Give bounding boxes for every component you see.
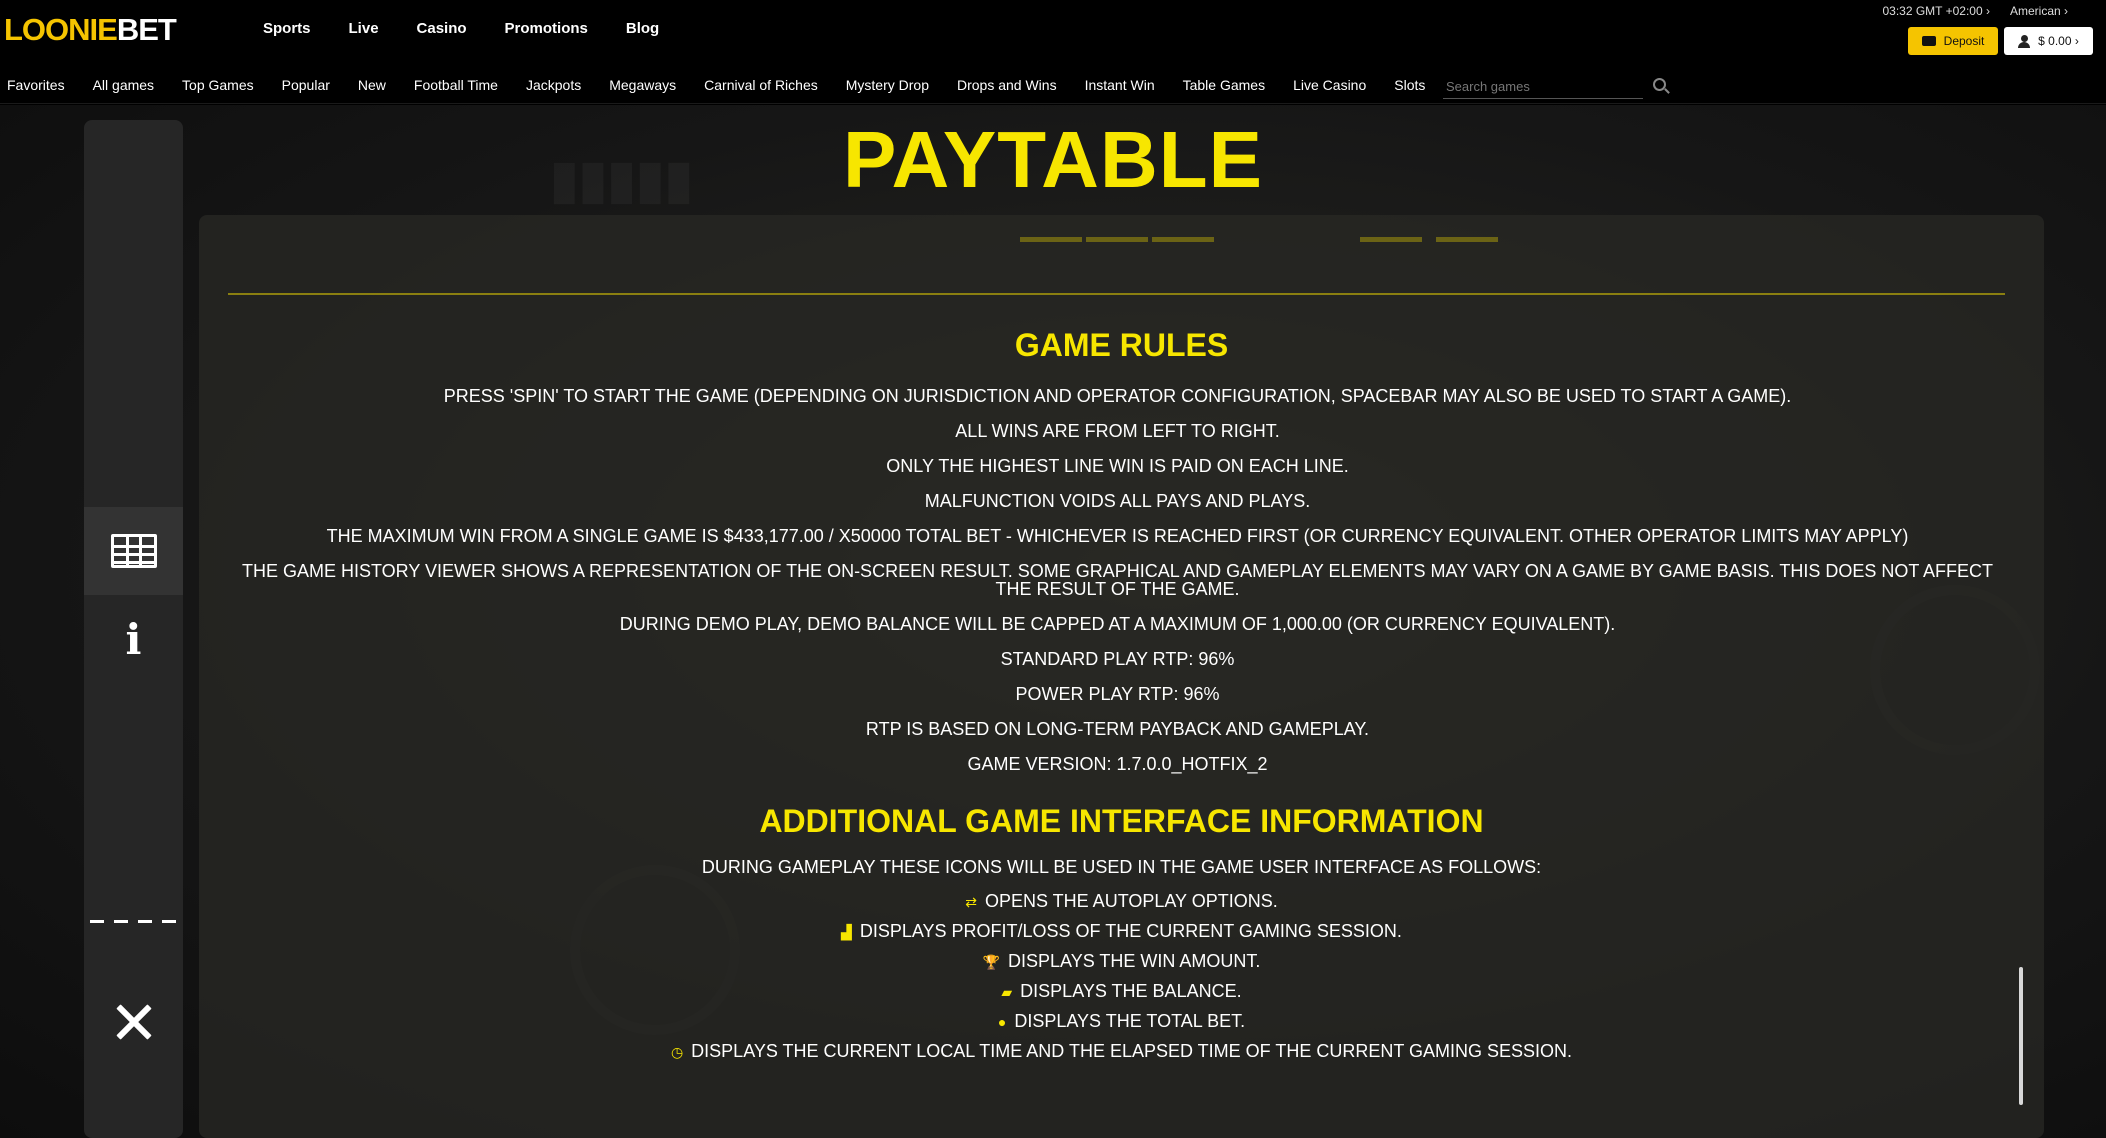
paytable-title: PAYTABLE (843, 115, 1263, 204)
game-area: ▮▮▮▮▮ PAYTABLE GAME RULES PRESS 'SPIN' T… (0, 105, 2106, 1138)
category-new[interactable]: New (358, 77, 386, 93)
paytable-top-marks (0, 237, 2106, 247)
nav-blog[interactable]: Blog (626, 20, 659, 37)
nav-promotions[interactable]: Promotions (505, 20, 588, 37)
category-table-games[interactable]: Table Games (1183, 77, 1265, 93)
section-divider (228, 293, 2005, 295)
nav-live[interactable]: Live (349, 20, 379, 37)
search-box (1443, 74, 1643, 99)
account-balance-button[interactable]: $ 0.00 › (2004, 27, 2093, 55)
category-all-games[interactable]: All games (93, 77, 154, 93)
nav-casino[interactable]: Casino (417, 20, 467, 37)
interface-item-win: 🏆 DISPLAYS THE WIN AMOUNT. (199, 951, 2044, 972)
interface-item-autoplay: ⇄ OPENS THE AUTOPLAY OPTIONS. (199, 891, 2044, 912)
deposit-button[interactable]: Deposit (1908, 27, 1998, 55)
interface-item-total-bet: ● DISPLAYS THE TOTAL BET. (199, 1011, 2044, 1032)
clock-icon: ◷ (670, 1044, 684, 1060)
nav-sports[interactable]: Sports (263, 20, 311, 37)
interface-item-balance: ▰ DISPLAYS THE BALANCE. (199, 981, 2044, 1002)
search-input[interactable] (1443, 78, 1643, 94)
table-icon (110, 534, 157, 568)
info-tab-button[interactable]: i (84, 595, 183, 683)
top-header: LOONIE BET Sports Live Casino Promotions … (0, 0, 2106, 70)
interface-item-text: DISPLAYS THE WIN AMOUNT. (1008, 951, 1261, 971)
category-live-casino[interactable]: Live Casino (1293, 77, 1366, 93)
search-icon[interactable] (1653, 78, 1666, 91)
category-popular[interactable]: Popular (282, 77, 330, 93)
game-menu-sidebar: i (84, 120, 183, 1138)
profit-chart-icon: ▟ (841, 924, 852, 940)
category-slots[interactable]: Slots (1394, 77, 1425, 93)
rule-demo-play: DURING DEMO PLAY, DEMO BALANCE WILL BE C… (619, 614, 1616, 634)
logo-looni-text: LOONIE (4, 12, 118, 47)
info-icon: i (125, 614, 142, 664)
category-football-time[interactable]: Football Time (414, 77, 498, 93)
paytable-scrollbar[interactable] (2019, 967, 2023, 1105)
paytable-tab-button[interactable] (84, 507, 183, 595)
interface-item-text: OPENS THE AUTOPLAY OPTIONS. (984, 891, 1278, 911)
rule-maximum-win: THE MAXIMUM WIN FROM A SINGLE GAME IS $4… (326, 526, 1909, 546)
category-carnival-of-riches[interactable]: Carnival of Riches (704, 77, 818, 93)
wallet-icon (1921, 36, 1936, 46)
rule-highest-line: ONLY THE HIGHEST LINE WIN IS PAID ON EAC… (886, 456, 1349, 476)
category-megaways[interactable]: Megaways (609, 77, 676, 93)
rule-history-viewer: THE GAME HISTORY VIEWER SHOWS A REPRESEN… (241, 561, 1994, 599)
interface-info-heading: ADDITIONAL GAME INTERFACE INFORMATION (759, 803, 1484, 839)
autoplay-icon: ⇄ (965, 894, 977, 910)
rule-left-to-right: ALL WINS ARE FROM LEFT TO RIGHT. (955, 421, 1280, 441)
interface-item-text: DISPLAYS THE CURRENT LOCAL TIME AND THE … (691, 1041, 1573, 1061)
category-top-games[interactable]: Top Games (182, 77, 254, 93)
rule-malfunction: MALFUNCTION VOIDS ALL PAYS AND PLAYS. (924, 491, 1311, 511)
interface-item-profit: ▟ DISPLAYS PROFIT/LOSS OF THE CURRENT GAM… (199, 921, 2044, 942)
rule-rtp-basis: RTP IS BASED ON LONG-TERM PAYBACK AND GA… (865, 719, 1370, 739)
interface-item-text: DISPLAYS THE BALANCE. (1020, 981, 1242, 1001)
category-jackpots[interactable]: Jackpots (526, 77, 581, 93)
main-nav: Sports Live Casino Promotions Blog (263, 20, 697, 37)
trophy-icon: 🏆 (982, 954, 1001, 970)
category-instant-win[interactable]: Instant Win (1085, 77, 1155, 93)
interface-intro: DURING GAMEPLAY THESE ICONS WILL BE USED… (701, 857, 1542, 877)
close-menu-button[interactable] (84, 978, 183, 1066)
time-display[interactable]: 03:32 GMT +02:00 › (1882, 4, 1990, 18)
close-icon (114, 1002, 154, 1042)
category-drops-and-wins[interactable]: Drops and Wins (957, 77, 1057, 93)
coin-icon: ● (997, 1014, 1007, 1030)
interface-item-text: DISPLAYS THE TOTAL BET. (1014, 1011, 1246, 1031)
logo-bet-text: BET (116, 12, 177, 47)
category-favorites[interactable]: Favorites (7, 77, 65, 93)
interface-item-clock: ◷ DISPLAYS THE CURRENT LOCAL TIME AND THE… (199, 1041, 2044, 1062)
rule-game-version: GAME VERSION: 1.7.0.0_HOTFIX_2 (967, 754, 1268, 774)
balance-label: $ 0.00 › (2038, 34, 2079, 48)
rule-spin: PRESS 'SPIN' TO START THE GAME (DEPENDIN… (443, 386, 1792, 406)
looniebet-logo[interactable]: LOONIE BET (4, 12, 177, 47)
game-category-nav: Favorites All games Top Games Popular Ne… (0, 70, 2106, 104)
menu-divider (90, 920, 177, 923)
user-icon (2018, 34, 2031, 48)
game-rules-heading: GAME RULES (1014, 327, 1229, 363)
wallet-icon: ▰ (1001, 984, 1013, 1000)
rule-power-rtp: POWER PLAY RTP: 96% (1015, 684, 1220, 704)
category-mystery-drop[interactable]: Mystery Drop (846, 77, 929, 93)
odds-format-selector[interactable]: American › (2010, 4, 2068, 18)
deposit-label: Deposit (1943, 34, 1985, 48)
header-meta: 03:32 GMT +02:00 › American › (1882, 4, 2068, 18)
interface-item-text: DISPLAYS PROFIT/LOSS OF THE CURRENT GAMI… (859, 921, 1402, 941)
rule-standard-rtp: STANDARD PLAY RTP: 96% (1000, 649, 1235, 669)
